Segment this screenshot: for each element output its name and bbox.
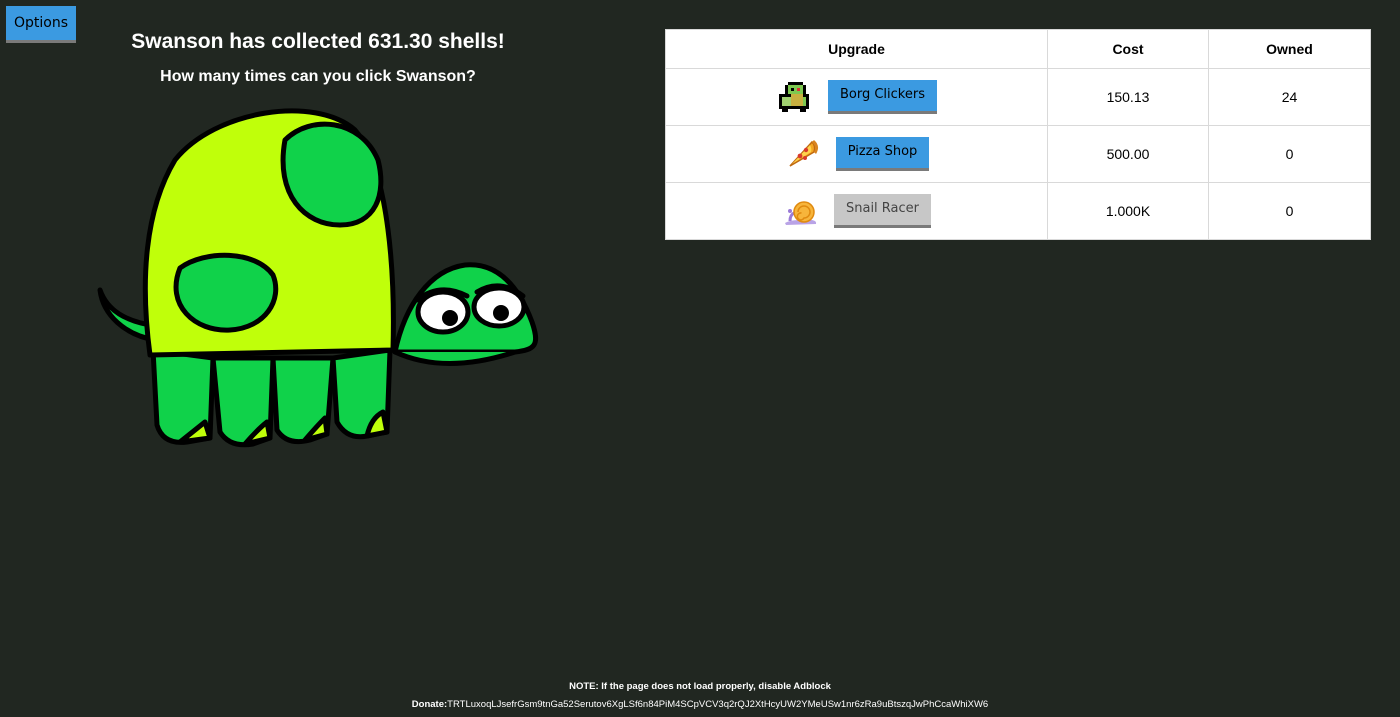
cost-cell: 150.13 (1047, 68, 1209, 126)
table-row: Snail Racer 1.000K 0 (665, 182, 1371, 240)
column-header-upgrade: Upgrade (665, 29, 1048, 69)
cost-cell: 1.000K (1047, 182, 1209, 240)
adblock-note: NOTE: If the page does not load properly… (569, 681, 831, 692)
pizza-icon (789, 140, 818, 167)
upgrade-cell: Snail Racer (665, 182, 1048, 240)
owned-cell: 0 (1208, 125, 1371, 183)
snail-icon (784, 201, 817, 225)
table-header-row: Upgrade Cost Owned (665, 29, 1371, 69)
table-row: Borg Clickers 150.13 24 (665, 68, 1371, 126)
owned-cell: 0 (1208, 182, 1371, 240)
click-prompt: How many times can you click Swanson? (160, 68, 476, 85)
table-row: Pizza Shop 500.00 0 (665, 125, 1371, 183)
upgrade-cell: Borg Clickers (665, 68, 1048, 126)
upgrades-table: Upgrade Cost Owned Borg Clickers 150.13 … (665, 29, 1371, 240)
buy-snail-racer-button[interactable]: Snail Racer (833, 194, 932, 228)
score-panel: Swanson has collected 631.30 shells! How… (60, 0, 576, 86)
owned-cell: 24 (1208, 68, 1371, 126)
shell-count-headline: Swanson has collected 631.30 shells! (131, 30, 505, 53)
donate-line: Donate:TRTLuxoqLJsefrGsm9tnGa52Serutov6X… (0, 699, 1400, 710)
column-header-owned: Owned (1208, 29, 1371, 69)
pixel-turtle-icon (778, 82, 809, 112)
swanson-turtle-icon[interactable] (95, 100, 545, 455)
donate-address[interactable]: TRTLuxoqLJsefrGsm9tnGa52Serutov6XgLSf6n8… (447, 699, 988, 710)
cost-cell: 500.00 (1047, 125, 1209, 183)
buy-borg-clickers-button[interactable]: Borg Clickers (827, 80, 937, 114)
column-header-cost: Cost (1047, 29, 1209, 69)
donate-label: Donate: (411, 699, 448, 710)
upgrade-cell: Pizza Shop (665, 125, 1048, 183)
buy-pizza-shop-button[interactable]: Pizza Shop (835, 137, 930, 171)
